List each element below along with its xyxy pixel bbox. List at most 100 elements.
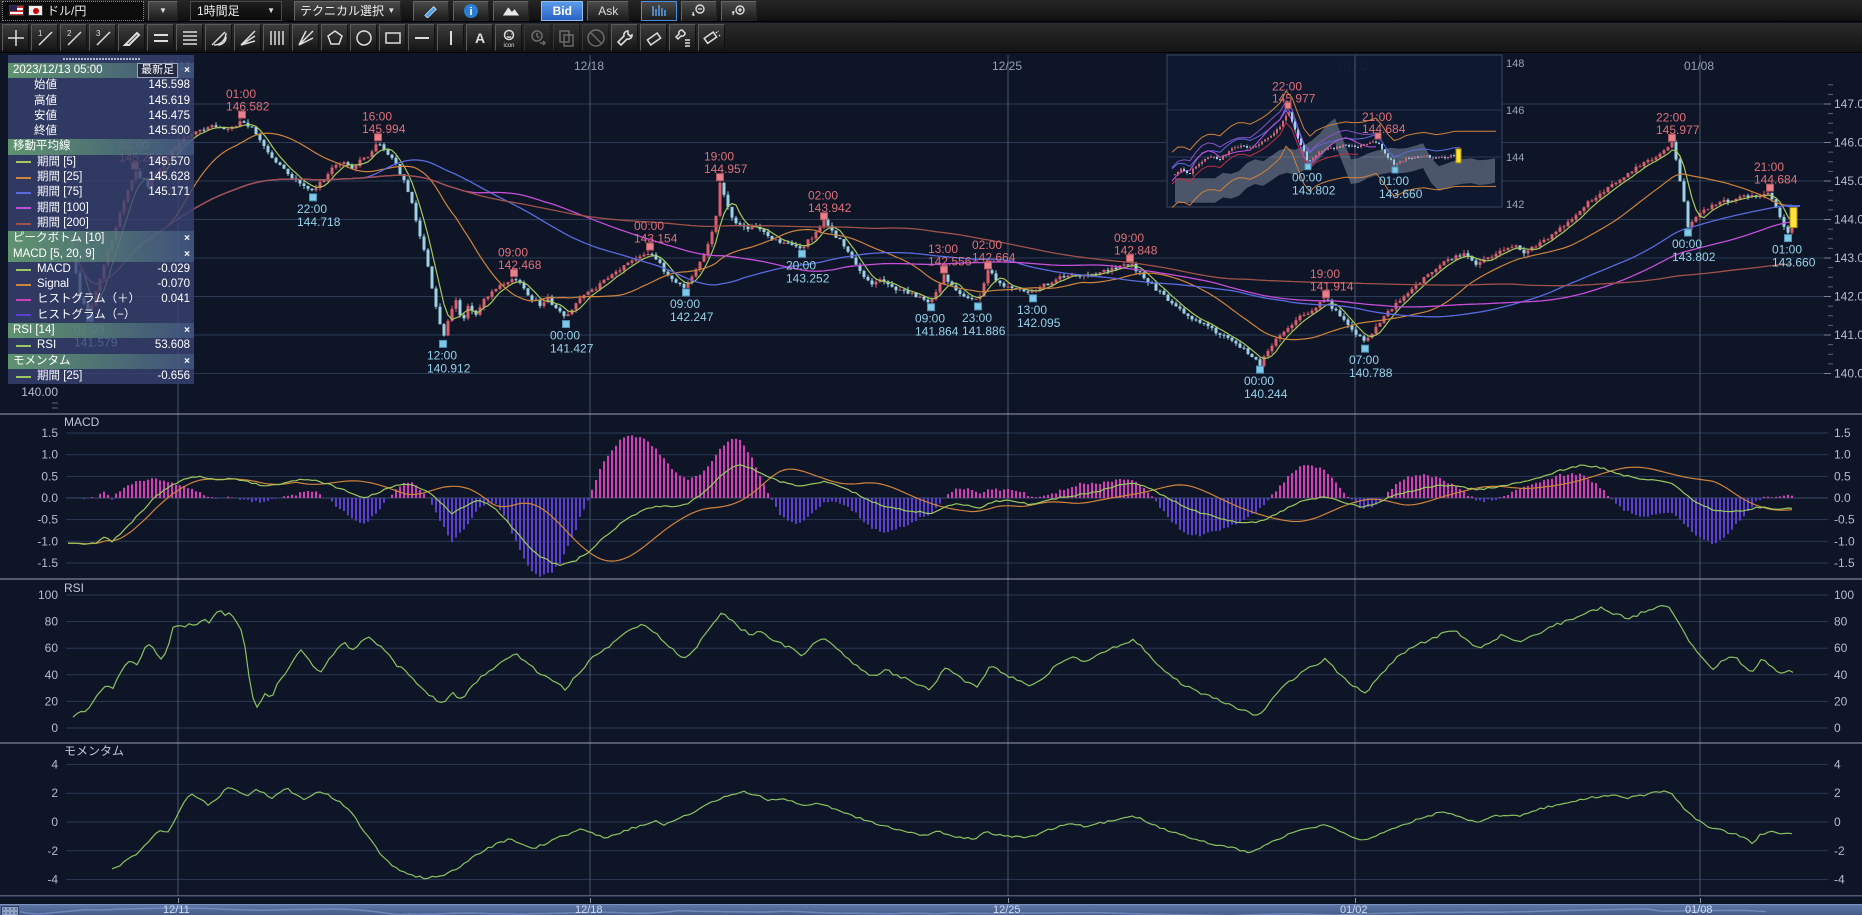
indicator-info-panel[interactable]: 2023/12/13 05:00最新足×始値145.598高値145.619安値… (8, 55, 194, 384)
svg-text:0.0: 0.0 (41, 491, 58, 505)
series-swatch-icon (16, 207, 31, 209)
rectangle-tool-button[interactable] (379, 24, 406, 51)
svg-text:142.247: 142.247 (670, 310, 714, 324)
info-button[interactable]: i (453, 1, 489, 21)
stamp-smiley-tool-button[interactable]: icon (495, 24, 522, 51)
section-header: モメンタム× (8, 354, 194, 369)
four-hlines-tool-button[interactable] (176, 24, 203, 51)
clear-all-icon (701, 27, 723, 49)
svg-text:143.252: 143.252 (786, 271, 830, 285)
svg-text:00:00: 00:00 (1244, 374, 1274, 388)
svg-text:144.684: 144.684 (1362, 122, 1406, 136)
zoom-in-button[interactable] (721, 1, 757, 21)
ellipse-tool-button[interactable] (350, 24, 377, 51)
eraser-tool-button[interactable] (640, 24, 667, 51)
history-undo-tool-button[interactable] (524, 24, 551, 51)
crosshair-icon (5, 27, 27, 49)
svg-text:145.977: 145.977 (1656, 123, 1700, 137)
svg-text:146.582: 146.582 (226, 100, 270, 114)
svg-text:144: 144 (1506, 152, 1524, 164)
trendline-1-icon: 1 (34, 27, 56, 49)
vertical-line-tool-button[interactable] (437, 24, 464, 51)
us-flag-icon (9, 5, 24, 16)
svg-text:60: 60 (1834, 641, 1848, 655)
latest-bar-button[interactable]: 最新足 (137, 63, 178, 78)
section-close-icon[interactable]: × (184, 247, 190, 262)
pencil-button[interactable] (413, 1, 449, 21)
svg-text:142.556: 142.556 (928, 255, 972, 269)
technical-select-button[interactable]: テクニカル選択 ▼ (294, 1, 401, 21)
svg-text:140.00: 140.00 (21, 385, 58, 399)
chart-scrollbar[interactable]: 12/1112/1812/2501/0201/08 (0, 904, 1862, 915)
section-close-icon[interactable]: × (184, 323, 190, 338)
clear-all-tool-button[interactable] (698, 24, 725, 51)
fan-lines-tool-button[interactable] (234, 24, 261, 51)
pair-dropdown-button[interactable]: ▼ (148, 1, 178, 21)
svg-text:141.914: 141.914 (1310, 279, 1354, 293)
svg-text:143.660: 143.660 (1772, 256, 1816, 270)
copy-tool-button[interactable] (553, 24, 580, 51)
pair-select[interactable]: ドル/円 (2, 1, 144, 21)
ohlc-row: 高値145.619 (8, 94, 194, 109)
svg-text:0: 0 (1834, 815, 1841, 829)
main-chart[interactable]: 12/1112/1812/2501/0201/0801:00146.58216:… (0, 0, 1862, 915)
trendline-2-tool-button[interactable]: 2 (60, 24, 87, 51)
fibonacci-arc-tool-button[interactable] (205, 24, 232, 51)
wrench-tool-button[interactable] (611, 24, 638, 51)
interval-select[interactable]: 1時間足▼ (190, 1, 282, 21)
svg-text:20:00: 20:00 (786, 258, 816, 272)
svg-text:147.00: 147.00 (1834, 97, 1862, 111)
svg-text:148: 148 (1506, 58, 1524, 70)
hand-stop-tool-button[interactable] (582, 24, 609, 51)
scrollbar-date-label: 01/08 (1685, 904, 1713, 915)
freehand-pencil-tool-button[interactable] (118, 24, 145, 51)
svg-text:145.00: 145.00 (1834, 174, 1862, 188)
drawing-toolbar: 123 Aicon (0, 23, 1862, 53)
bid-button[interactable]: Bid (541, 1, 583, 21)
trendline-1-tool-button[interactable]: 1 (31, 24, 58, 51)
svg-text:01/08: 01/08 (1684, 59, 1714, 73)
zoom-out-button[interactable] (681, 1, 717, 21)
section-close-icon[interactable]: × (184, 354, 190, 369)
panel-drag-handle[interactable] (8, 55, 194, 63)
text-tool-tool-button[interactable]: A (466, 24, 493, 51)
interval-label: 1時間足 (197, 2, 263, 19)
date-tickstrip (0, 896, 1862, 904)
bar-chart-button[interactable] (641, 1, 677, 21)
vertical-lines-tool-button[interactable] (263, 24, 290, 51)
svg-text:143.802: 143.802 (1672, 250, 1716, 264)
svg-text:144.684: 144.684 (1754, 173, 1798, 187)
indicator-row: ヒストグラム（＋）0.041 (8, 292, 194, 307)
indicator-row: Signal-0.070 (8, 277, 194, 292)
pair-label: ドル/円 (47, 2, 86, 19)
pentagon-tool-button[interactable] (321, 24, 348, 51)
settings-list-tool-button[interactable] (669, 24, 696, 51)
svg-text:100: 100 (1834, 588, 1854, 602)
fx-chart-app: { "toolbar_top": { "pair": {"label": "ドル… (0, 0, 1862, 915)
section-close-icon[interactable]: × (184, 231, 190, 246)
ask-button[interactable]: Ask (587, 1, 629, 21)
gann-fan-tool-button[interactable] (292, 24, 319, 51)
svg-text:モメンタム: モメンタム (64, 744, 124, 758)
horizontal-line-tool-button[interactable] (408, 24, 435, 51)
trendline-3-tool-button[interactable]: 3 (89, 24, 116, 51)
indicator-row: ヒストグラム（−） (8, 308, 194, 323)
svg-text:09:00: 09:00 (670, 297, 700, 311)
svg-text:1.5: 1.5 (1834, 426, 1851, 440)
series-swatch-icon (16, 223, 31, 225)
crosshair-tool-button[interactable] (2, 24, 29, 51)
svg-text:140.244: 140.244 (1244, 387, 1288, 401)
svg-text:2: 2 (51, 786, 58, 800)
series-swatch-icon (16, 314, 31, 316)
two-hlines-tool-button[interactable] (147, 24, 174, 51)
svg-text:100: 100 (38, 588, 58, 602)
overview-inset-chart[interactable]: 22:00145.97721:00144.68400:00143.80201:0… (1167, 55, 1524, 211)
panel-close-icon[interactable]: × (184, 63, 190, 78)
series-swatch-icon (16, 177, 31, 179)
svg-text:22:00: 22:00 (297, 202, 327, 216)
svg-text:-2: -2 (47, 844, 58, 858)
svg-text:141.864: 141.864 (915, 325, 959, 339)
svg-text:i: i (470, 6, 473, 18)
svg-text:60: 60 (45, 641, 59, 655)
mountain-button[interactable] (493, 1, 529, 21)
